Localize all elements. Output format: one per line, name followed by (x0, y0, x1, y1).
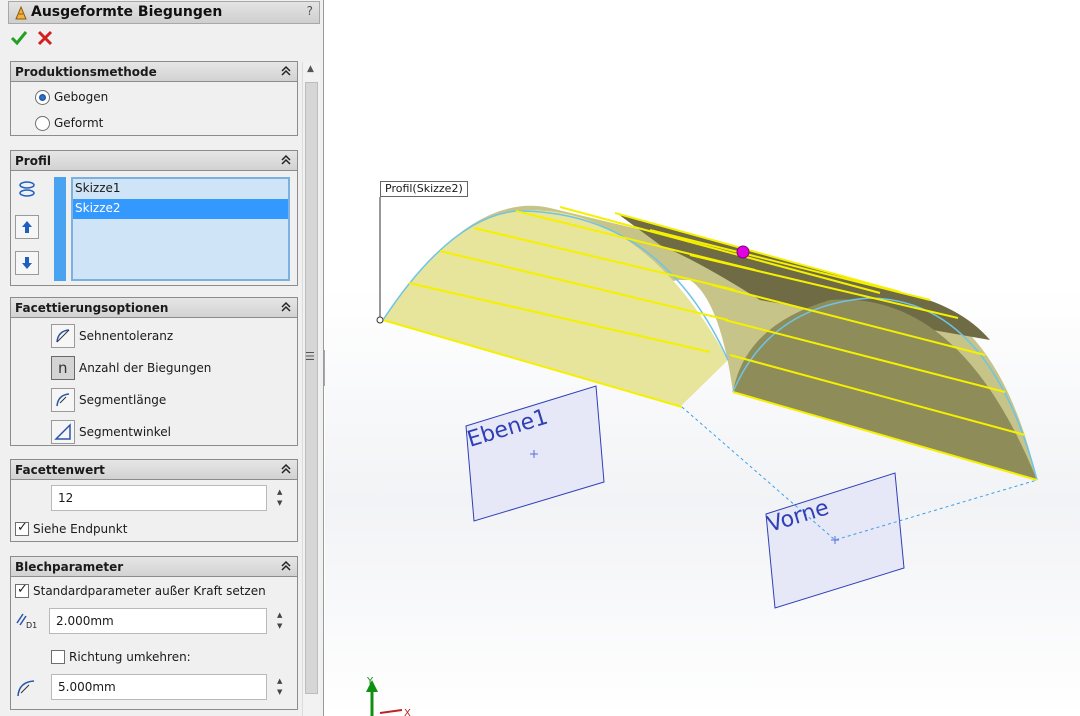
radio-label: Geformt (54, 116, 104, 130)
move-down-button[interactable] (15, 251, 39, 275)
drag-handle[interactable] (736, 245, 750, 259)
view-triad: Y X (366, 676, 411, 716)
thickness-icon: D1 (15, 611, 39, 633)
radio-label: Gebogen (54, 90, 109, 104)
plane-vorne[interactable] (765, 472, 905, 609)
scroll-thumb[interactable] (305, 82, 318, 694)
group-title: Blechparameter (15, 560, 124, 574)
thickness-icon-text: D1 (26, 621, 38, 630)
model-canvas[interactable]: Ebene1 Vorne Y X (325, 0, 1080, 716)
checkbox-label: Richtung umkehren: (69, 650, 191, 664)
input-value: 5.000mm (58, 680, 116, 694)
arrow-down-icon (22, 257, 32, 269)
callout-anchor (376, 316, 384, 324)
spin-down-icon[interactable]: ▼ (277, 499, 282, 507)
chord-tolerance-icon (56, 329, 70, 343)
feature-title: Ausgeformte Biegungen (31, 4, 223, 20)
lofted-bend-icon (15, 5, 27, 20)
axis-x-label: X (404, 708, 411, 716)
chord-tolerance-button[interactable] (51, 324, 75, 348)
radio-button[interactable] (35, 90, 50, 105)
segment-length-button[interactable] (51, 388, 75, 412)
axis-y-label: Y (366, 676, 374, 687)
collapse-chevron-icon[interactable] (280, 65, 292, 77)
option-label: Anzahl der Biegungen (79, 361, 212, 375)
group-title: Facettierungsoptionen (15, 301, 169, 315)
panel-scrollbar[interactable]: ▲ (302, 62, 320, 716)
override-params-checkbox[interactable] (15, 582, 29, 598)
production-method-group: Produktionsmethode Gebogen Geformt (10, 61, 298, 136)
facet-value-input[interactable]: 12 (51, 485, 267, 511)
profile-list[interactable]: Skizze1 Skizze2 (71, 177, 290, 281)
option-label: Segmentlänge (79, 393, 167, 407)
segment-angle-icon (54, 423, 71, 440)
list-item[interactable]: Skizze1 (73, 179, 288, 199)
option-label: Segmentwinkel (79, 425, 171, 439)
radio-button[interactable] (35, 116, 50, 131)
spin-up-icon[interactable]: ▲ (277, 488, 282, 496)
option-label: Sehnentoleranz (79, 329, 174, 343)
ok-checkmark-icon[interactable] (10, 29, 28, 47)
collapse-chevron-icon[interactable] (280, 560, 292, 572)
cancel-x-icon[interactable] (36, 29, 54, 47)
scroll-up-icon[interactable]: ▲ (307, 64, 314, 74)
bend-radius-icon (17, 680, 35, 697)
profile-group: Profil Skizze1 Skizze2 (10, 150, 298, 286)
facet-options-header[interactable]: Facettierungsoptionen (11, 298, 297, 318)
collapse-chevron-icon[interactable] (280, 154, 292, 166)
facet-value-spinner[interactable]: ▲ ▼ (273, 485, 289, 511)
profile-callout[interactable]: Profil(Skizze2) (380, 181, 468, 197)
number-of-bends-button[interactable]: n (51, 356, 75, 380)
profile-sketch-icon (19, 181, 35, 197)
segment-length-icon (56, 393, 70, 407)
collapse-chevron-icon[interactable] (280, 463, 292, 475)
input-value: 12 (58, 491, 74, 505)
spin-up-icon[interactable]: ▲ (277, 611, 282, 619)
arrow-up-icon (22, 221, 32, 233)
input-value: 2.000mm (56, 614, 114, 628)
bend-radius-spinner[interactable]: ▲ ▼ (273, 674, 289, 700)
graphics-viewport[interactable]: Ebene1 Vorne Y X (325, 0, 1080, 716)
segment-angle-button[interactable] (51, 420, 75, 444)
checkbox-label: Standardparameter außer Kraft setzen (33, 584, 266, 598)
number-of-bends-icon: n (58, 359, 68, 377)
spin-down-icon[interactable]: ▼ (277, 688, 282, 696)
sheet-metal-params-group: Blechparameter Standardparameter außer K… (10, 556, 298, 710)
thickness-spinner[interactable]: ▲ ▼ (273, 608, 289, 634)
group-title: Produktionsmethode (15, 65, 157, 79)
feature-title-bar: Ausgeformte Biegungen ? (8, 1, 320, 24)
production-method-header[interactable]: Produktionsmethode (11, 62, 297, 82)
see-endpoint-checkbox[interactable] (15, 520, 29, 536)
checkbox-label: Siehe Endpunkt (33, 522, 128, 536)
thickness-input[interactable]: 2.000mm (49, 608, 267, 634)
spin-up-icon[interactable]: ▲ (277, 677, 282, 685)
bend-radius-input[interactable]: 5.000mm (51, 674, 267, 700)
facet-options-group: Facettierungsoptionen Sehnentoleranz n A… (10, 297, 298, 446)
move-up-button[interactable] (15, 215, 39, 239)
facet-value-group: Facettenwert 12 ▲ ▼ Siehe Endpunkt (10, 459, 298, 542)
selection-color-strip (54, 177, 66, 281)
spin-down-icon[interactable]: ▼ (277, 622, 282, 630)
group-title: Profil (15, 154, 51, 168)
reverse-direction-checkbox[interactable] (51, 650, 65, 664)
sheet-metal-params-header[interactable]: Blechparameter (11, 557, 297, 577)
collapse-chevron-icon[interactable] (280, 301, 292, 313)
help-button[interactable]: ? (307, 4, 313, 18)
profile-header[interactable]: Profil (11, 151, 297, 171)
panel-grip-icon[interactable]: ☰ (305, 350, 315, 363)
property-manager: Ausgeformte Biegungen ? Produktionsmetho… (0, 0, 324, 716)
list-item[interactable]: Skizze2 (73, 199, 288, 219)
group-title: Facettenwert (15, 463, 105, 477)
facet-value-header[interactable]: Facettenwert (11, 460, 297, 480)
